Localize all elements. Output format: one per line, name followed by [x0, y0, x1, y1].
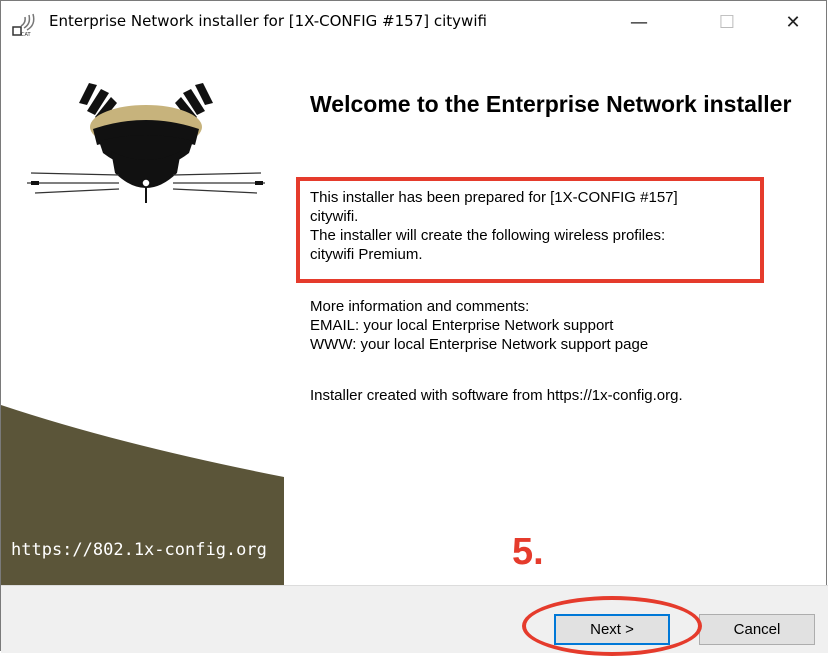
welcome-content: Welcome to the Enterprise Network instal… [284, 45, 828, 585]
created-with-text: Installer created with software from htt… [310, 387, 683, 404]
installer-sidebar: https://802.1x-config.org [1, 45, 284, 585]
cat-logo-icon [27, 83, 265, 203]
more-info-line: EMAIL: your local Enterprise Network sup… [310, 317, 614, 334]
installer-window: CAT Enterprise Network installer for [1X… [0, 0, 828, 653]
close-button[interactable]: ✕ [771, 9, 815, 37]
cancel-button[interactable]: Cancel [699, 614, 815, 645]
maximize-button[interactable]: ☐ [705, 9, 749, 37]
wifi-installer-icon: CAT [12, 13, 35, 37]
more-info: More information and comments: EMAIL: yo… [310, 297, 648, 354]
sidebar-url-text: https://802.1x-config.org [11, 540, 267, 560]
window-title: Enterprise Network installer for [1X-CON… [49, 12, 487, 30]
button-bar: Next > Cancel [1, 585, 828, 653]
more-info-line: WWW: your local Enterprise Network suppo… [310, 336, 649, 353]
title-bar[interactable]: CAT Enterprise Network installer for [1X… [1, 1, 826, 45]
page-title: Welcome to the Enterprise Network instal… [310, 91, 792, 117]
more-info-line: More information and comments: [310, 298, 530, 315]
svg-text:CAT: CAT [21, 32, 32, 37]
sidebar-graphic [1, 83, 284, 585]
profile-highlight-box [296, 177, 764, 283]
step-annotation: 5. [512, 531, 544, 573]
next-highlight-oval [522, 596, 702, 656]
minimize-button[interactable]: — [617, 9, 661, 37]
